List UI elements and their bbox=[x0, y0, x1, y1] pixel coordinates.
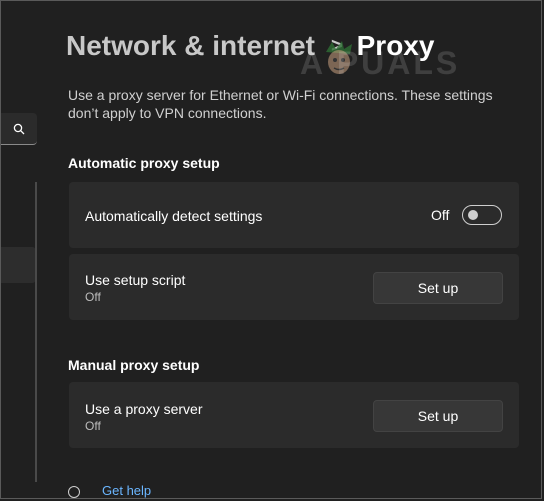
automatic-proxy-heading: Automatic proxy setup bbox=[68, 155, 220, 171]
detect-settings-state: Off bbox=[431, 207, 450, 223]
setup-script-button[interactable]: Set up bbox=[373, 272, 503, 304]
page-description: Use a proxy server for Ethernet or Wi-Fi… bbox=[68, 87, 493, 121]
setup-script-status: Off bbox=[85, 290, 101, 304]
proxy-server-setup-button[interactable]: Set up bbox=[373, 400, 503, 432]
help-icon bbox=[68, 485, 80, 498]
proxy-server-label: Use a proxy server bbox=[85, 401, 203, 417]
search-box[interactable] bbox=[0, 113, 37, 145]
sidebar-scrollbar[interactable] bbox=[35, 182, 37, 482]
setup-script-label: Use setup script bbox=[85, 272, 186, 288]
get-help-label[interactable]: Get help bbox=[102, 483, 151, 498]
proxy-server-status: Off bbox=[85, 419, 101, 433]
detect-settings-label: Automatically detect settings bbox=[85, 208, 263, 224]
watermark-text: A PUALS bbox=[300, 45, 461, 81]
detect-settings-toggle[interactable] bbox=[462, 205, 502, 225]
search-icon bbox=[13, 123, 24, 134]
sidebar bbox=[0, 0, 44, 501]
breadcrumb-parent[interactable]: Network & internet bbox=[66, 30, 315, 61]
get-help-link[interactable]: Get help bbox=[68, 483, 151, 498]
sidebar-selected-item[interactable] bbox=[0, 247, 36, 283]
detect-settings-card: Automatically detect settings Off bbox=[69, 182, 519, 248]
setup-script-card: Use setup script Off Set up bbox=[69, 254, 519, 320]
toggle-knob bbox=[468, 210, 478, 220]
manual-proxy-heading: Manual proxy setup bbox=[68, 357, 200, 373]
proxy-server-card: Use a proxy server Off Set up bbox=[69, 382, 519, 448]
